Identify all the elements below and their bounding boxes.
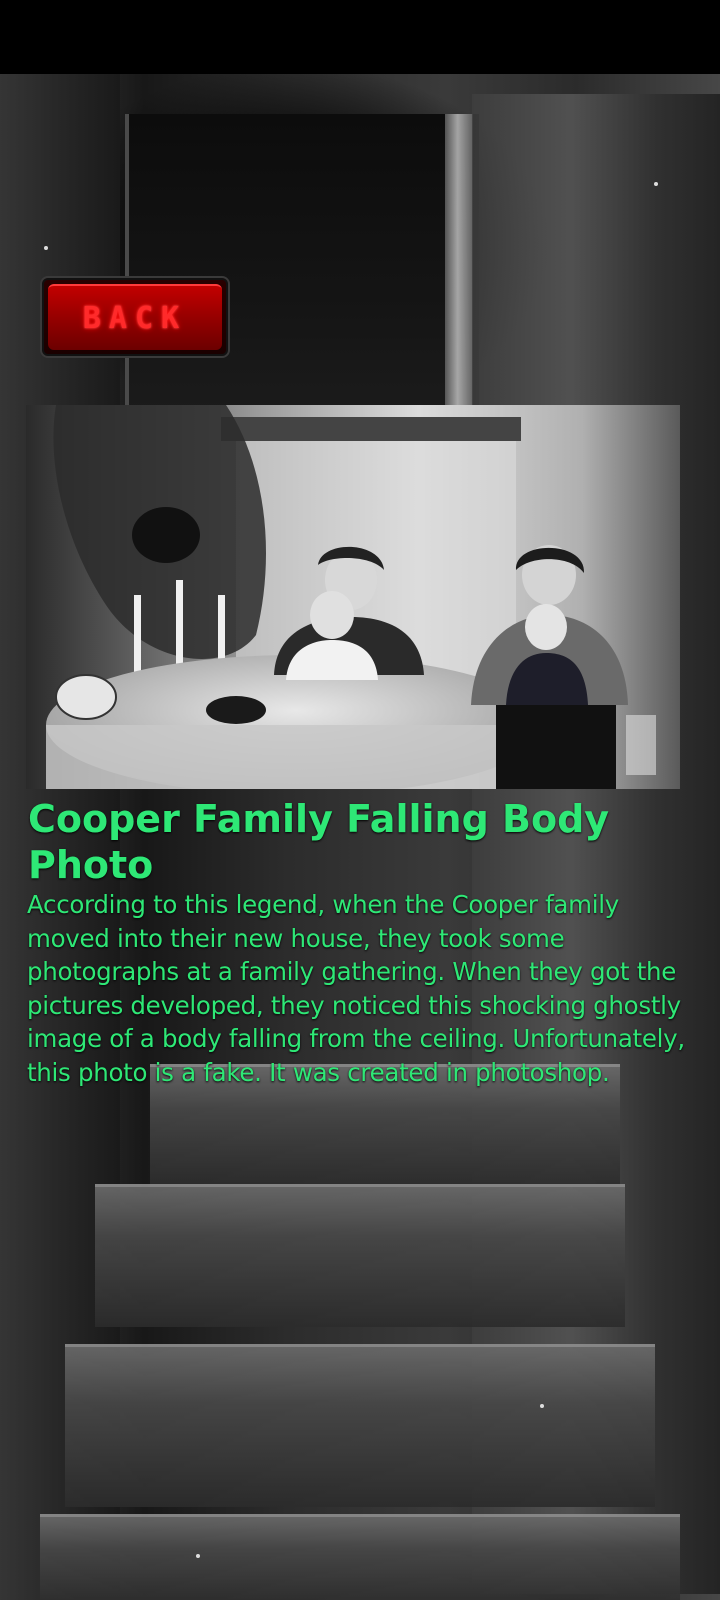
photo-telephone [206, 696, 266, 724]
background-stair-step [40, 1514, 680, 1600]
screen: BACK Cooper Family Falling Body Photo Ac… [0, 0, 720, 1600]
photo-chair-leg [626, 715, 656, 775]
background-speck [540, 1404, 544, 1408]
photo-teapot [55, 674, 117, 720]
background-speck [44, 246, 48, 250]
background-stair-step [95, 1184, 625, 1327]
photo-person-boy-left-face [310, 591, 354, 639]
photo-falling-head [132, 507, 200, 563]
cooper-family-photo [26, 405, 680, 789]
photo-person-woman-right-legs [496, 705, 616, 789]
photo-person-boy-right-face [525, 604, 567, 650]
article-description: According to this legend, when the Coope… [27, 890, 685, 1087]
status-bar [0, 0, 720, 74]
photo-tablecloth [46, 725, 546, 789]
back-button-face: BACK [48, 284, 222, 350]
cooper-family-photo-drawing [26, 405, 680, 789]
back-button-label: BACK [82, 300, 188, 336]
photo-curtain-rod [221, 417, 521, 441]
background-speck [196, 1554, 200, 1558]
background-speck [654, 182, 658, 186]
photo-candle [176, 580, 183, 675]
photo-candle [134, 595, 141, 675]
background-doorframe [445, 114, 473, 444]
back-button[interactable]: BACK [40, 276, 230, 358]
background-stair-step [65, 1344, 655, 1507]
page-title: Cooper Family Falling Body Photo [28, 797, 610, 887]
